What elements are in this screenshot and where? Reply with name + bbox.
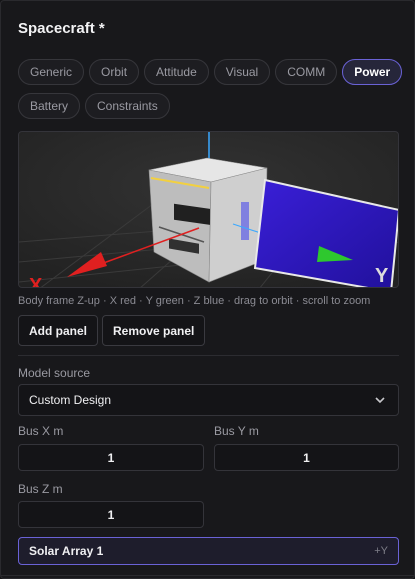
tab-bar-row-1: Generic Orbit Attitude Visual COMM Power bbox=[18, 59, 403, 85]
model-source-label: Model source bbox=[18, 366, 91, 380]
chevron-down-icon bbox=[375, 397, 385, 404]
x-axis-label: X bbox=[29, 275, 43, 288]
tab-orbit[interactable]: Orbit bbox=[89, 59, 140, 85]
solar-array-item[interactable]: Solar Array 1 +Y bbox=[18, 537, 399, 565]
model-source-value: Custom Design bbox=[29, 393, 112, 407]
add-panel-button[interactable]: Add panel bbox=[18, 315, 99, 346]
tab-power[interactable]: Power bbox=[342, 59, 403, 85]
solar-array-face: +Y bbox=[374, 545, 388, 557]
remove-panel-button[interactable]: Remove panel bbox=[102, 315, 206, 346]
3d-viewport[interactable]: X Y bbox=[18, 131, 399, 288]
tab-constraints[interactable]: Constraints bbox=[85, 93, 170, 119]
viewport-hint: Body frame Z-up · X red · Y green · Z bl… bbox=[18, 295, 371, 307]
page-title: Spacecraft * bbox=[18, 20, 105, 37]
spacecraft-panel: Spacecraft * Generic Orbit Attitude Visu… bbox=[0, 0, 415, 579]
tab-generic[interactable]: Generic bbox=[18, 59, 85, 85]
viewport-scene: X Y bbox=[19, 132, 398, 288]
tab-comm[interactable]: COMM bbox=[275, 59, 338, 85]
tab-battery[interactable]: Battery bbox=[18, 93, 81, 119]
tab-visual[interactable]: Visual bbox=[213, 59, 271, 85]
model-source-select[interactable]: Custom Design bbox=[18, 384, 399, 416]
bottom-divider bbox=[1, 575, 415, 576]
tab-attitude[interactable]: Attitude bbox=[144, 59, 209, 85]
y-axis-label: Y bbox=[375, 265, 389, 287]
solar-array-name: Solar Array 1 bbox=[29, 544, 104, 558]
bus-x-label: Bus X m bbox=[18, 424, 64, 438]
bus-x-input[interactable]: 1 bbox=[18, 444, 204, 471]
bus-z-label: Bus Z m bbox=[18, 482, 63, 496]
section-divider bbox=[18, 355, 399, 356]
tab-bar-row-2: Battery Constraints bbox=[18, 93, 398, 119]
bus-z-input[interactable]: 1 bbox=[18, 501, 204, 528]
bus-y-input[interactable]: 1 bbox=[214, 444, 399, 471]
bus-y-label: Bus Y m bbox=[214, 424, 259, 438]
